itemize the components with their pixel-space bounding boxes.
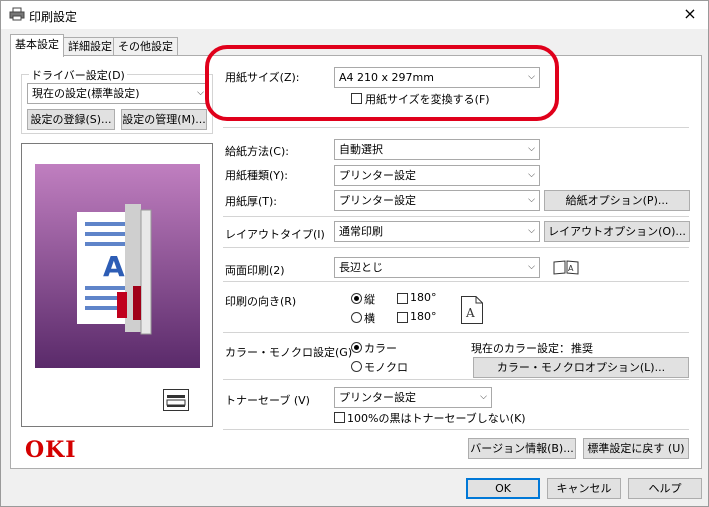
media-weight-label: 用紙厚(T): bbox=[225, 195, 278, 208]
divider bbox=[223, 216, 689, 217]
chevron-down-icon: ⌵ bbox=[528, 195, 535, 205]
printer-icon bbox=[9, 7, 25, 21]
rotate-180-landscape-checkbox[interactable] bbox=[397, 312, 408, 323]
booklet-icon: A bbox=[553, 260, 579, 275]
chevron-down-icon: ⌵ bbox=[480, 392, 487, 402]
orientation-label: 印刷の向き(R) bbox=[225, 295, 297, 308]
document-preview-icon: A bbox=[77, 204, 152, 335]
duplex-select[interactable]: 長辺とじ ⌵ bbox=[334, 257, 540, 278]
title-bar: 印刷設定 × bbox=[1, 1, 708, 29]
toner-save-label: トナーセーブ (V) bbox=[225, 394, 310, 407]
color-option-label: カラー bbox=[364, 342, 397, 355]
rotate-180-portrait-checkbox[interactable] bbox=[397, 293, 408, 304]
highlight-annotation bbox=[205, 45, 559, 121]
tray-value: 自動選択 bbox=[339, 143, 383, 156]
layout-options-button[interactable]: レイアウトオプション(O)... bbox=[544, 221, 690, 242]
svg-text:A: A bbox=[465, 306, 475, 320]
register-settings-button[interactable]: 設定の登録(S)... bbox=[27, 109, 115, 130]
page-orientation-icon: A bbox=[461, 296, 483, 324]
tray-label: 給紙方法(C): bbox=[225, 145, 289, 158]
window-title: 印刷設定 bbox=[29, 10, 78, 24]
toner-save-select[interactable]: プリンター設定 ⌵ bbox=[334, 387, 492, 408]
divider bbox=[223, 127, 689, 128]
ok-button[interactable]: OK bbox=[466, 478, 540, 499]
divider bbox=[223, 281, 689, 282]
chevron-down-icon: ⌵ bbox=[528, 144, 535, 154]
driver-settings-select[interactable]: 現在の設定(標準設定) ⌵ bbox=[27, 83, 209, 104]
restore-defaults-button[interactable]: 標準設定に戻す (U) bbox=[583, 438, 689, 459]
help-button[interactable]: ヘルプ bbox=[628, 478, 702, 499]
media-type-select[interactable]: プリンター設定 ⌵ bbox=[334, 165, 540, 186]
tab-basic[interactable]: 基本設定 bbox=[10, 34, 64, 57]
rotate-180-landscape-label: 180° bbox=[410, 310, 437, 323]
black-no-toner-save-label: 100%の黒はトナーセーブしない(K) bbox=[347, 412, 526, 425]
mono-radio[interactable] bbox=[351, 361, 362, 372]
duplex-label: 両面印刷(2) bbox=[225, 264, 285, 277]
svg-text:A: A bbox=[568, 264, 574, 273]
divider bbox=[223, 379, 689, 380]
close-icon[interactable]: × bbox=[680, 4, 700, 23]
black-no-toner-save-checkbox[interactable] bbox=[334, 412, 345, 423]
media-type-value: プリンター設定 bbox=[339, 169, 416, 182]
portrait-label: 縦 bbox=[364, 293, 375, 306]
driver-settings-label: ドライバー設定(D) bbox=[29, 67, 127, 83]
divider bbox=[223, 247, 689, 248]
color-radio[interactable] bbox=[351, 342, 362, 353]
media-weight-value: プリンター設定 bbox=[339, 194, 416, 207]
landscape-radio[interactable] bbox=[351, 312, 362, 323]
print-settings-window: 印刷設定 × 基本設定 詳細設定 その他設定 ドライバー設定(D) 現在の設定(… bbox=[0, 0, 709, 507]
tab-advanced[interactable]: 詳細設定 bbox=[63, 37, 117, 56]
mono-option-label: モノクロ bbox=[364, 361, 408, 374]
color-options-button[interactable]: カラー・モノクロオプション(L)... bbox=[473, 357, 689, 378]
current-color-label: 現在のカラー設定： bbox=[471, 342, 570, 355]
printer-preview-icon[interactable] bbox=[163, 389, 189, 411]
preview-image: A bbox=[35, 164, 200, 368]
chevron-down-icon: ⌵ bbox=[528, 262, 535, 272]
cancel-button[interactable]: キャンセル bbox=[547, 478, 621, 499]
landscape-label: 横 bbox=[364, 312, 375, 325]
color-mode-label: カラー・モノクロ設定(G) bbox=[225, 346, 353, 359]
rotate-180-portrait-label: 180° bbox=[410, 291, 437, 304]
layout-type-label: レイアウトタイプ(I) bbox=[225, 228, 325, 241]
duplex-value: 長辺とじ bbox=[339, 261, 383, 274]
divider bbox=[223, 429, 689, 430]
version-info-button[interactable]: バージョン情報(B)... bbox=[468, 438, 576, 459]
current-color-value: 推奨 bbox=[571, 342, 593, 355]
tab-other[interactable]: その他設定 bbox=[113, 37, 178, 56]
driver-settings-value: 現在の設定(標準設定) bbox=[32, 87, 140, 100]
media-weight-select[interactable]: プリンター設定 ⌵ bbox=[334, 190, 540, 211]
toner-save-value: プリンター設定 bbox=[339, 391, 416, 404]
media-type-label: 用紙種類(Y): bbox=[225, 169, 289, 182]
chevron-down-icon: ⌵ bbox=[528, 226, 535, 236]
chevron-down-icon: ⌵ bbox=[197, 88, 204, 98]
oki-logo: OKI bbox=[25, 437, 77, 463]
layout-type-select[interactable]: 通常印刷 ⌵ bbox=[334, 221, 540, 242]
portrait-radio[interactable] bbox=[351, 293, 362, 304]
feed-options-button[interactable]: 給紙オプション(P)... bbox=[544, 190, 690, 211]
layout-type-value: 通常印刷 bbox=[339, 225, 383, 238]
tray-select[interactable]: 自動選択 ⌵ bbox=[334, 139, 540, 160]
manage-settings-button[interactable]: 設定の管理(M)... bbox=[121, 109, 207, 130]
svg-text:A: A bbox=[103, 250, 125, 283]
chevron-down-icon: ⌵ bbox=[528, 170, 535, 180]
divider bbox=[223, 332, 689, 333]
